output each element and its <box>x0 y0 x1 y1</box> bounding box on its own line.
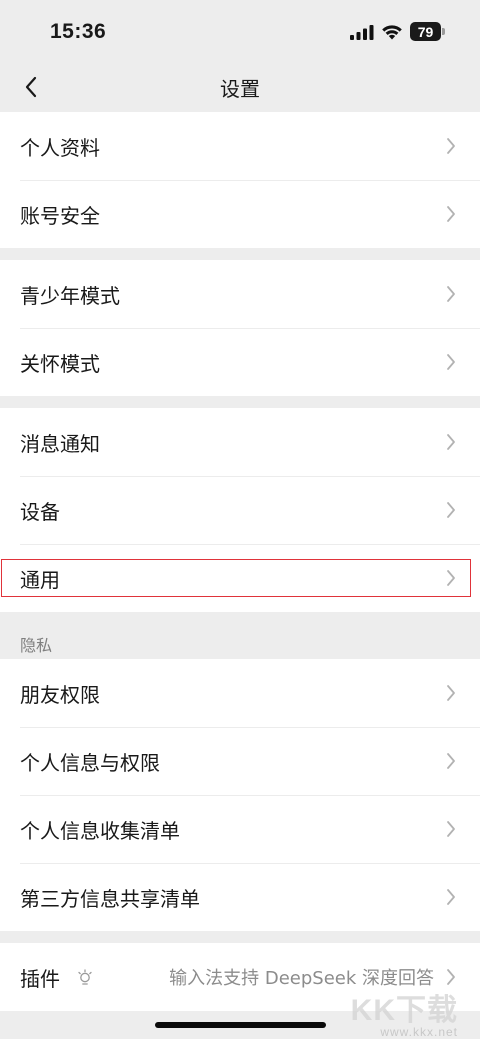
settings-item-label: 个人资料 <box>20 135 100 160</box>
status-time: 15:36 <box>50 20 107 43</box>
settings-item-info-collection-list[interactable]: 个人信息收集清单 <box>0 795 480 863</box>
home-indicator[interactable] <box>155 1022 326 1028</box>
settings-item-label: 第三方信息共享清单 <box>20 886 200 911</box>
chevron-right-icon <box>446 568 458 588</box>
page-title: 设置 <box>220 77 260 101</box>
settings-item-devices[interactable]: 设备 <box>0 476 480 544</box>
chevron-right-icon <box>446 500 458 520</box>
cellular-signal-icon <box>350 24 374 40</box>
chevron-right-icon <box>446 967 458 987</box>
settings-item-personal-info-permissions[interactable]: 个人信息与权限 <box>0 727 480 795</box>
chevron-right-icon <box>446 683 458 703</box>
chevron-right-icon <box>446 352 458 372</box>
settings-group-privacy: 朋友权限 个人信息与权限 个人信息收集清单 第三方信息共享清单 <box>0 659 480 931</box>
settings-item-third-party-sharing-list[interactable]: 第三方信息共享清单 <box>0 863 480 931</box>
watermark: KK下载 www.kkx.net <box>351 985 458 1039</box>
battery-level: 79 <box>410 22 441 41</box>
settings-group-modes: 青少年模式 关怀模式 <box>0 260 480 396</box>
watermark-logo: KK下载 <box>350 994 458 1027</box>
status-icons: 79 <box>350 22 446 41</box>
settings-item-label: 消息通知 <box>20 431 100 456</box>
chevron-right-icon <box>446 432 458 452</box>
settings-item-friend-permissions[interactable]: 朋友权限 <box>0 659 480 727</box>
chevron-right-icon <box>446 204 458 224</box>
chevron-right-icon <box>446 887 458 907</box>
settings-group-general: 消息通知 设备 通用 <box>0 408 480 612</box>
chevron-right-icon <box>446 136 458 156</box>
settings-group-account: 个人资料 账号安全 <box>0 112 480 248</box>
settings-item-teen-mode[interactable]: 青少年模式 <box>0 260 480 328</box>
chevron-right-icon <box>446 819 458 839</box>
settings-item-label: 插件 <box>20 966 60 991</box>
wifi-icon <box>382 24 402 39</box>
settings-item-label: 账号安全 <box>20 203 100 228</box>
highlight-box <box>1 559 471 597</box>
settings-item-account-security[interactable]: 账号安全 <box>0 180 480 248</box>
settings-item-profile[interactable]: 个人资料 <box>0 112 480 180</box>
battery-icon: 79 <box>410 22 446 41</box>
settings-item-label: 个人信息与权限 <box>20 750 160 775</box>
status-bar: 15:36 79 <box>0 0 480 62</box>
settings-item-label: 通用 <box>20 567 60 592</box>
chevron-right-icon <box>446 284 458 304</box>
settings-item-label: 朋友权限 <box>20 682 100 707</box>
settings-item-general[interactable]: 通用 <box>0 544 480 612</box>
settings-item-care-mode[interactable]: 关怀模式 <box>0 328 480 396</box>
settings-item-label: 设备 <box>20 499 60 524</box>
settings-item-notifications[interactable]: 消息通知 <box>0 408 480 476</box>
lightbulb-icon <box>78 969 92 985</box>
settings-item-label: 青少年模式 <box>20 283 120 308</box>
settings-item-label: 关怀模式 <box>20 351 100 376</box>
chevron-right-icon <box>446 751 458 771</box>
nav-bar: 设置 <box>0 62 480 112</box>
settings-item-label: 个人信息收集清单 <box>20 818 180 843</box>
section-header-privacy: 隐私 <box>20 636 53 655</box>
